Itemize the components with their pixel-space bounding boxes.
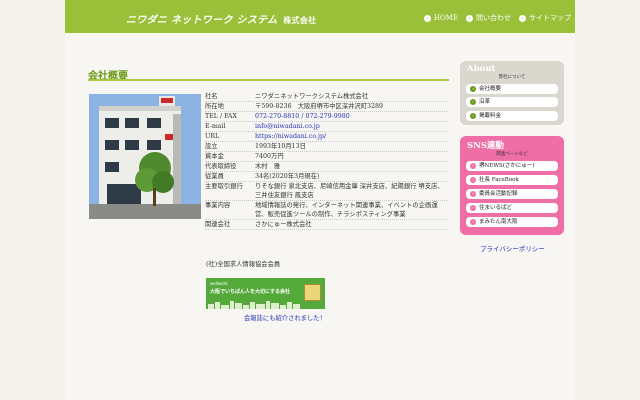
info-row-name: 社名 ニワダニネットワークシステム株式会社 — [205, 92, 447, 102]
info-row-founded: 設立 1993年10月13日 — [205, 142, 447, 152]
info-value: 〒599-8236 大阪府堺市中区深井沢町3289 — [255, 103, 384, 110]
about-panel: About 弊社について › 会社概要 › 沿革 › 掲載料金 — [460, 61, 564, 125]
sns-item-smilepado[interactable]: › 住まいるぱど — [466, 203, 558, 213]
about-item-history[interactable]: › 沿革 — [466, 97, 558, 107]
info-row-ceo: 代表取締役 木村 雅 — [205, 162, 447, 172]
info-row-banks: 主要取引銀行 りそな銀行 泉北支店、尼崎信用金庫 深井支店、紀陽銀行 堺支店、三… — [205, 182, 447, 201]
banner-main-label: 大阪でいちばん人を大切にする会社 — [210, 289, 291, 295]
logo-suffix: 株式会社 — [283, 16, 317, 25]
info-row-affiliate: 関連会社 さかにゅー株式会社 — [205, 220, 447, 230]
info-label: 事業内容 — [205, 202, 231, 209]
info-value: 木村 雅 — [255, 163, 281, 170]
building-photo — [89, 94, 201, 219]
info-label: E-mail — [205, 123, 226, 130]
sns-panel: SNS連動 関連ページなど › 堺NEWS(さかにゅー) › 社長 FaceBook… — [460, 136, 564, 235]
about-item-rates[interactable]: › 掲載料金 — [466, 111, 558, 121]
sns-item-committee[interactable]: › 委員会活動記録 — [466, 189, 558, 199]
info-row-url: URL https://niwadani.co.jp/ — [205, 132, 447, 142]
nav-sitemap-label: サイトマップ — [529, 14, 571, 22]
chevron-right-icon: › — [470, 190, 476, 197]
info-row-business: 事業内容 地域情報誌の発行、インターネット関連事業、イベントの企画運営、販売促進… — [205, 201, 447, 220]
seal-icon — [304, 284, 321, 301]
chevron-right-icon: › — [470, 218, 476, 225]
chevron-right-icon: › — [423, 14, 431, 22]
info-value: ニワダニネットワークシステム株式会社 — [255, 93, 369, 100]
about-item-company-profile[interactable]: › 会社概要 — [466, 84, 558, 94]
info-row-employees: 従業員 34名(2020年3月現在) — [205, 172, 447, 182]
info-value: りそな銀行 泉北支店、尼崎信用金庫 深井支店、紀陽銀行 堺支店、三井住友銀行 鳳… — [255, 183, 444, 199]
nav-home[interactable]: › HOME — [423, 13, 458, 23]
sns-item-sakanews[interactable]: › 堺NEWS(さかにゅー) — [466, 161, 558, 171]
info-label: 関連会社 — [205, 221, 231, 228]
info-value: さかにゅー株式会社 — [255, 221, 312, 228]
info-label: TEL / FAX — [205, 113, 237, 120]
banner-small-label: wellwork — [210, 281, 228, 286]
info-label: 代表取締役 — [205, 163, 237, 170]
chevron-right-icon: › — [466, 14, 473, 22]
nav-sitemap[interactable]: › サイトマップ — [519, 13, 571, 23]
email-link[interactable]: info@niwadani.co.jp — [255, 122, 447, 131]
info-label: 社名 — [205, 93, 218, 100]
nav-home-label: HOME — [433, 14, 458, 22]
info-value: 1993年10月13日 — [255, 143, 306, 150]
info-label: 従業員 — [205, 173, 224, 180]
city-skyline-icon — [208, 301, 300, 309]
about-item-label: 沿革 — [479, 99, 491, 105]
nav-contact-label: 問い合わせ — [476, 14, 511, 22]
company-logo[interactable]: ニワダニ ネットワーク システム 株式会社 — [126, 11, 316, 26]
top-nav: › HOME › 問い合わせ › サイトマップ — [423, 13, 571, 23]
sns-item-facebook[interactable]: › 社長 FaceBook — [466, 175, 558, 185]
banner-caption-link[interactable]: 会報誌にも紹介されました！ — [244, 313, 326, 322]
about-subheading: 弊社について — [498, 75, 526, 80]
info-value: 地域情報誌の発行、インターネット関連事業、イベントの企画運営、販売促進ツールの制… — [255, 202, 438, 218]
info-value: 7400万円 — [255, 153, 284, 160]
tel-link[interactable]: 072-270-8810 / 072-279-9980 — [255, 112, 447, 121]
sns-item-label: 堺NEWS(さかにゅー) — [479, 163, 535, 169]
about-item-label: 会社概要 — [479, 86, 502, 92]
sns-item-mamitan[interactable]: › まみたん南大阪 — [466, 217, 558, 227]
privacy-policy-link[interactable]: プライバシーポリシー — [480, 243, 545, 253]
chevron-right-icon: › — [470, 162, 476, 169]
sns-item-label: まみたん南大阪 — [479, 219, 518, 225]
info-row-capital: 資本金 7400万円 — [205, 152, 447, 162]
building-illustration — [89, 94, 201, 219]
sns-item-label: 委員会活動記録 — [479, 191, 518, 197]
chevron-right-icon: › — [519, 14, 526, 22]
sns-item-label: 社長 FaceBook — [479, 177, 519, 183]
chevron-right-icon: › — [470, 112, 476, 119]
url-link[interactable]: https://niwadani.co.jp/ — [255, 132, 447, 141]
award-banner[interactable]: wellwork 大阪でいちばん人を大切にする会社 — [206, 278, 325, 309]
membership-note: (社)全国求人情報協会会員 — [206, 261, 281, 268]
title-underline — [88, 79, 449, 81]
info-label: 主要取引銀行 — [205, 183, 243, 190]
logo-text: ニワダニ ネットワーク システム — [126, 15, 278, 26]
sns-item-label: 住まいるぱど — [479, 205, 513, 211]
info-label: 設立 — [205, 143, 218, 150]
info-label: URL — [205, 133, 220, 140]
info-row-tel: TEL / FAX 072-270-8810 / 072-279-9980 — [205, 112, 447, 122]
info-label: 資本金 — [205, 153, 224, 160]
nav-contact[interactable]: › 問い合わせ — [466, 13, 511, 23]
info-row-address: 所在地 〒599-8236 大阪府堺市中区深井沢町3289 — [205, 102, 447, 112]
info-row-email: E-mail info@niwadani.co.jp — [205, 122, 447, 132]
info-label: 所在地 — [205, 103, 224, 110]
info-value: 34名(2020年3月現在) — [255, 173, 320, 180]
company-info-table: 社名 ニワダニネットワークシステム株式会社 所在地 〒599-8236 大阪府堺… — [205, 92, 447, 230]
chevron-right-icon: › — [470, 176, 476, 183]
chevron-right-icon: › — [470, 85, 476, 92]
about-item-label: 掲載料金 — [479, 113, 502, 119]
chevron-right-icon: › — [470, 98, 476, 105]
chevron-right-icon: › — [470, 204, 476, 211]
sns-heading: SNS連動 — [467, 141, 505, 151]
sns-subheading: 関連ページなど — [496, 152, 528, 157]
about-heading: About — [467, 64, 496, 74]
